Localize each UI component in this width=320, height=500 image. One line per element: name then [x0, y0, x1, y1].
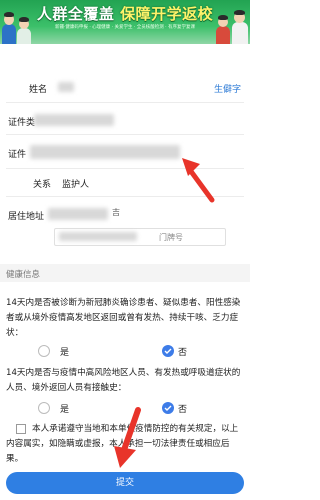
rare-char-link[interactable]: 生僻字	[214, 82, 241, 95]
name-label: 姓名	[29, 85, 48, 95]
section-title: 健康信息	[6, 270, 41, 280]
q1-yes-label[interactable]: 是	[60, 345, 69, 358]
banner-subtitle: 新疆·健康码申报 · 心理健康 · 关爱学生 · 全员核酸检测 · 有序复学复课	[54, 25, 196, 30]
q2-no-radio[interactable]	[162, 402, 174, 414]
question-1: 14天内是否被诊断为新冠肺炎确诊患者、疑似患者、阳性感染者或从境外疫情高发地区返…	[6, 298, 241, 338]
q1-no-radio[interactable]	[162, 345, 174, 357]
divider	[6, 134, 244, 135]
id-type-redacted[interactable]	[34, 114, 114, 126]
name-value-redacted	[58, 82, 74, 92]
address-redacted[interactable]	[48, 208, 108, 220]
address-label: 居住地址	[8, 212, 45, 222]
id-number-label: 证件	[8, 150, 27, 160]
address-detail-input[interactable]: 门牌号	[54, 228, 226, 246]
relation-label: 关系	[33, 180, 52, 190]
question-2: 14天内是否与疫情中高风险地区人员、有发热或呼吸道症状的人员、境外返回人员有接触…	[6, 368, 241, 393]
q1-yes-radio[interactable]	[38, 345, 50, 357]
id-type-label: 证件类	[8, 118, 36, 128]
address-placeholder: 门牌号	[159, 233, 183, 242]
q2-yes-radio[interactable]	[38, 402, 50, 414]
submit-button[interactable]: 提交	[6, 472, 244, 494]
divider	[6, 102, 244, 103]
address-detail-redacted	[59, 232, 137, 241]
header-banner: 人群全覆盖 保障开学返校 新疆·健康码申报 · 心理健康 · 关爱学生 · 全员…	[0, 0, 250, 44]
red-arrow-icon	[114, 407, 141, 468]
banner-title: 人群全覆盖 保障开学返校	[36, 5, 214, 23]
health-section-header: 健康信息	[0, 264, 250, 282]
q1-no-label[interactable]: 否	[178, 345, 187, 358]
check-icon	[164, 348, 172, 354]
red-arrow-icon	[182, 158, 215, 203]
id-number-redacted[interactable]	[30, 145, 180, 159]
address-partial: 吉	[112, 208, 120, 217]
relation-value[interactable]: 监护人	[62, 177, 89, 190]
check-icon	[164, 405, 172, 411]
q2-no-label[interactable]: 否	[178, 402, 187, 415]
q2-yes-label[interactable]: 是	[60, 402, 69, 415]
